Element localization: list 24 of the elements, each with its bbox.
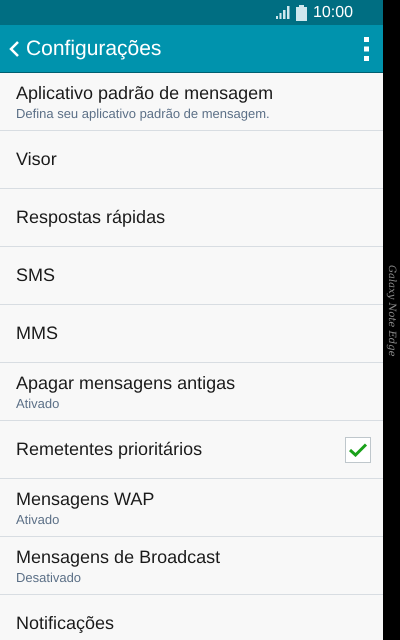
item-title: Notificações [16, 613, 116, 634]
item-title: Aplicativo padrão de mensagem [16, 82, 274, 104]
back-button[interactable]: Configurações [8, 36, 162, 60]
signal-icon [276, 6, 290, 19]
item-subtitle: Ativado [16, 512, 60, 526]
status-time: 10:00 [312, 4, 353, 22]
more-vertical-icon [364, 36, 369, 60]
item-title: Apagar mensagens antigas [16, 372, 236, 394]
item-title: Visor [16, 149, 58, 170]
checkmark-icon [349, 442, 367, 456]
item-subtitle: Ativado [16, 396, 60, 410]
settings-item[interactable]: Remetentes prioritários [0, 421, 383, 479]
chevron-left-icon [8, 40, 20, 58]
item-title: Mensagens WAP [16, 488, 156, 510]
item-subtitle: Desativado [16, 570, 82, 584]
item-title: Remetentes prioritários [16, 439, 204, 460]
edge-panel-text: Galaxy Note Edge [385, 265, 397, 356]
item-title: MMS [16, 323, 59, 344]
checkbox[interactable] [345, 436, 371, 462]
item-title: SMS [16, 265, 56, 286]
item-title: Respostas rápidas [16, 207, 166, 228]
battery-icon [296, 4, 307, 20]
item-subtitle: Defina seu aplicativo padrão de mensagem. [16, 106, 271, 120]
item-title: Mensagens de Broadcast [16, 546, 222, 568]
